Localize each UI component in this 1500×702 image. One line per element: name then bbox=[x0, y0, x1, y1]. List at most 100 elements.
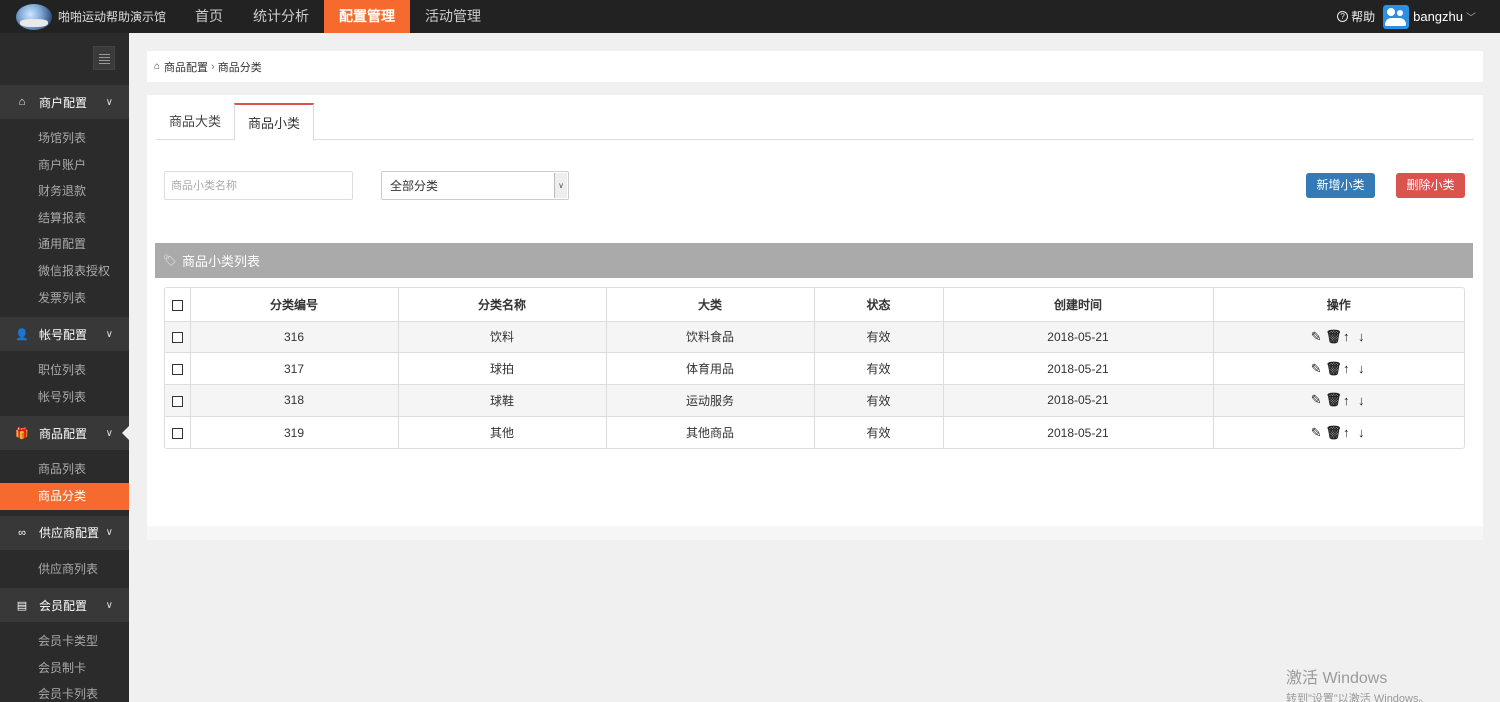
sidebar-item-card-types[interactable]: 会员卡类型 bbox=[0, 628, 129, 655]
list-title: 商品小类列表 bbox=[181, 254, 260, 269]
sidebar-group-members[interactable]: ▤ 会员配置 ∨ bbox=[0, 588, 129, 623]
add-subcategory-button[interactable]: 新增小类 bbox=[1306, 173, 1375, 198]
help-label: 帮助 bbox=[1351, 10, 1376, 24]
trash-icon[interactable]: 🗑 bbox=[1325, 392, 1342, 408]
menu-toggle-button[interactable] bbox=[93, 46, 115, 70]
cell-created: 2018-05-21 bbox=[942, 415, 1213, 449]
cell-parent: 运动服务 bbox=[605, 384, 814, 417]
sidebar-item-card-list[interactable]: 会员卡列表 bbox=[0, 681, 129, 702]
table-row: 316 饮料 饮料食品 有效 2018-05-21 ✎ 🗑 ↑ ↓ bbox=[165, 320, 1464, 353]
sidebar-group-accounts[interactable]: 👤 帐号配置 ∨ bbox=[0, 317, 129, 352]
trash-icon[interactable]: 🗑 bbox=[1325, 361, 1342, 377]
row-checkbox[interactable] bbox=[171, 332, 183, 344]
cell-parent: 其他商品 bbox=[605, 415, 814, 449]
cell-id: 319 bbox=[189, 415, 398, 449]
home-icon: ⌂ bbox=[154, 61, 161, 72]
arrow-down-icon[interactable]: ↓ bbox=[1355, 361, 1367, 376]
edit-icon[interactable]: ✎ bbox=[1310, 392, 1322, 408]
sidebar-item-supplier-list[interactable]: 供应商列表 bbox=[0, 556, 129, 583]
arrow-up-icon[interactable]: ↑ bbox=[1340, 361, 1352, 376]
row-checkbox[interactable] bbox=[171, 364, 183, 376]
breadcrumb-current: 商品分类 bbox=[217, 61, 262, 74]
active-pointer bbox=[122, 426, 129, 441]
cell-actions: ✎ 🗑 ↑ ↓ bbox=[1212, 320, 1464, 353]
sidebar-item-goods-list[interactable]: 商品列表 bbox=[0, 456, 129, 483]
edit-icon[interactable]: ✎ bbox=[1310, 329, 1322, 345]
help-link[interactable]: ? 帮助 bbox=[1337, 8, 1375, 25]
sidebar-item-refunds[interactable]: 财务退款 bbox=[0, 178, 129, 205]
cell-actions: ✎ 🗑 ↑ ↓ bbox=[1212, 415, 1464, 449]
cell-actions: ✎ 🗑 ↑ ↓ bbox=[1212, 352, 1464, 385]
category-select[interactable]: 全部分类 ∨ bbox=[381, 171, 569, 200]
breadcrumb-parent[interactable]: 商品配置 bbox=[164, 59, 208, 75]
chevron-down-icon: ∨ bbox=[105, 96, 113, 108]
nav-statistics[interactable]: 统计分析 bbox=[238, 0, 324, 33]
sidebar-item-positions[interactable]: 职位列表 bbox=[0, 357, 129, 384]
select-all-checkbox[interactable] bbox=[171, 299, 183, 311]
tab-minor-category[interactable]: 商品小类 bbox=[234, 103, 315, 141]
tags-icon: 🏷 bbox=[163, 255, 177, 267]
sidebar-group-suppliers[interactable]: ∞ 供应商配置 ∨ bbox=[0, 515, 129, 550]
id-card-icon: ▤ bbox=[16, 599, 28, 612]
delete-subcategory-button[interactable]: 删除小类 bbox=[1396, 173, 1465, 198]
column-header-parent[interactable]: 大类 bbox=[605, 288, 814, 321]
list-header: 🏷 商品小类列表 bbox=[155, 243, 1473, 278]
logo-text: 啪啪运动帮助演示馆 bbox=[58, 10, 167, 24]
app-logo[interactable]: 啪啪运动帮助演示馆 bbox=[0, 0, 180, 33]
cell-name: 球鞋 bbox=[397, 384, 606, 417]
chevron-down-icon[interactable]: ﹀ bbox=[1466, 9, 1476, 24]
category-name-input[interactable] bbox=[164, 171, 353, 200]
cell-name: 饮料 bbox=[397, 320, 606, 353]
sidebar-item-card-issue[interactable]: 会员制卡 bbox=[0, 655, 129, 682]
username[interactable]: bangzhu bbox=[1413, 9, 1463, 24]
edit-icon[interactable]: ✎ bbox=[1310, 425, 1322, 441]
column-header-name[interactable]: 分类名称 bbox=[397, 288, 606, 321]
cell-parent: 体育用品 bbox=[605, 352, 814, 385]
sidebar-item-settlement[interactable]: 结算报表 bbox=[0, 205, 129, 232]
cell-status: 有效 bbox=[813, 352, 943, 385]
cell-created: 2018-05-21 bbox=[942, 352, 1213, 385]
sidebar-item-goods-category[interactable]: 商品分类 bbox=[0, 482, 129, 510]
nav-home[interactable]: 首页 bbox=[180, 0, 238, 33]
main-panel: 商品大类 商品小类 全部分类 ∨ 新增小类 删除小类 🏷 商品小类列表 分类编号… bbox=[147, 95, 1483, 540]
sidebar-item-invoices[interactable]: 发票列表 bbox=[0, 285, 129, 312]
tab-major-category[interactable]: 商品大类 bbox=[156, 103, 234, 140]
sidebar-group-merchant[interactable]: ⌂ 商户配置 ∨ bbox=[0, 85, 129, 119]
cell-created: 2018-05-21 bbox=[942, 384, 1213, 417]
top-bar: 啪啪运动帮助演示馆 首页 统计分析 配置管理 活动管理 ? 帮助 bangzhu… bbox=[0, 0, 1500, 33]
arrow-up-icon[interactable]: ↑ bbox=[1340, 425, 1352, 440]
sidebar-item-account-list[interactable]: 帐号列表 bbox=[0, 384, 129, 411]
arrow-up-icon[interactable]: ↑ bbox=[1340, 393, 1352, 408]
arrow-down-icon[interactable]: ↓ bbox=[1355, 393, 1367, 408]
sidebar-item-wechat-auth[interactable]: 微信报表授权 bbox=[0, 258, 129, 285]
sidebar: ⌂ 商户配置 ∨ 场馆列表 商户账户 财务退款 结算报表 通用配置 微信报表授权… bbox=[0, 33, 129, 702]
table-row: 319 其他 其他商品 有效 2018-05-21 ✎ 🗑 ↑ ↓ bbox=[165, 415, 1464, 449]
arrow-down-icon[interactable]: ↓ bbox=[1355, 329, 1367, 344]
chevron-down-icon: ∨ bbox=[105, 599, 113, 611]
column-header-id[interactable]: 分类编号 bbox=[189, 288, 398, 321]
subcategory-table: 分类编号 分类名称 大类 状态 创建时间 操作 316 饮料 饮料食品 有效 2… bbox=[164, 287, 1465, 450]
arrow-up-icon[interactable]: ↑ bbox=[1340, 329, 1352, 344]
trash-icon[interactable]: 🗑 bbox=[1325, 425, 1342, 441]
nav-config[interactable]: 配置管理 bbox=[324, 0, 410, 33]
column-header-created[interactable]: 创建时间 bbox=[942, 288, 1213, 321]
trash-icon[interactable]: 🗑 bbox=[1325, 329, 1342, 345]
sidebar-group-label: 会员配置 bbox=[39, 598, 88, 613]
sidebar-item-venues[interactable]: 场馆列表 bbox=[0, 125, 129, 152]
chevron-down-icon: ∨ bbox=[105, 328, 113, 340]
row-checkbox[interactable] bbox=[171, 427, 183, 439]
cell-status: 有效 bbox=[813, 384, 943, 417]
avatar[interactable] bbox=[1383, 4, 1410, 29]
sidebar-group-goods[interactable]: 🎁 商品配置 ∨ bbox=[0, 416, 129, 451]
table-header-row: 分类编号 分类名称 大类 状态 创建时间 操作 bbox=[165, 288, 1464, 321]
column-header-status[interactable]: 状态 bbox=[813, 288, 943, 321]
sidebar-item-general-config[interactable]: 通用配置 bbox=[0, 231, 129, 258]
sidebar-item-merchant-accounts[interactable]: 商户账户 bbox=[0, 152, 129, 179]
link-icon: ∞ bbox=[18, 526, 26, 539]
watermark-title: 激活 Windows bbox=[1286, 670, 1388, 687]
arrow-down-icon[interactable]: ↓ bbox=[1355, 425, 1367, 440]
nav-activity[interactable]: 活动管理 bbox=[410, 0, 496, 33]
edit-icon[interactable]: ✎ bbox=[1310, 361, 1322, 377]
row-checkbox[interactable] bbox=[171, 395, 183, 407]
logo-image bbox=[16, 3, 52, 30]
